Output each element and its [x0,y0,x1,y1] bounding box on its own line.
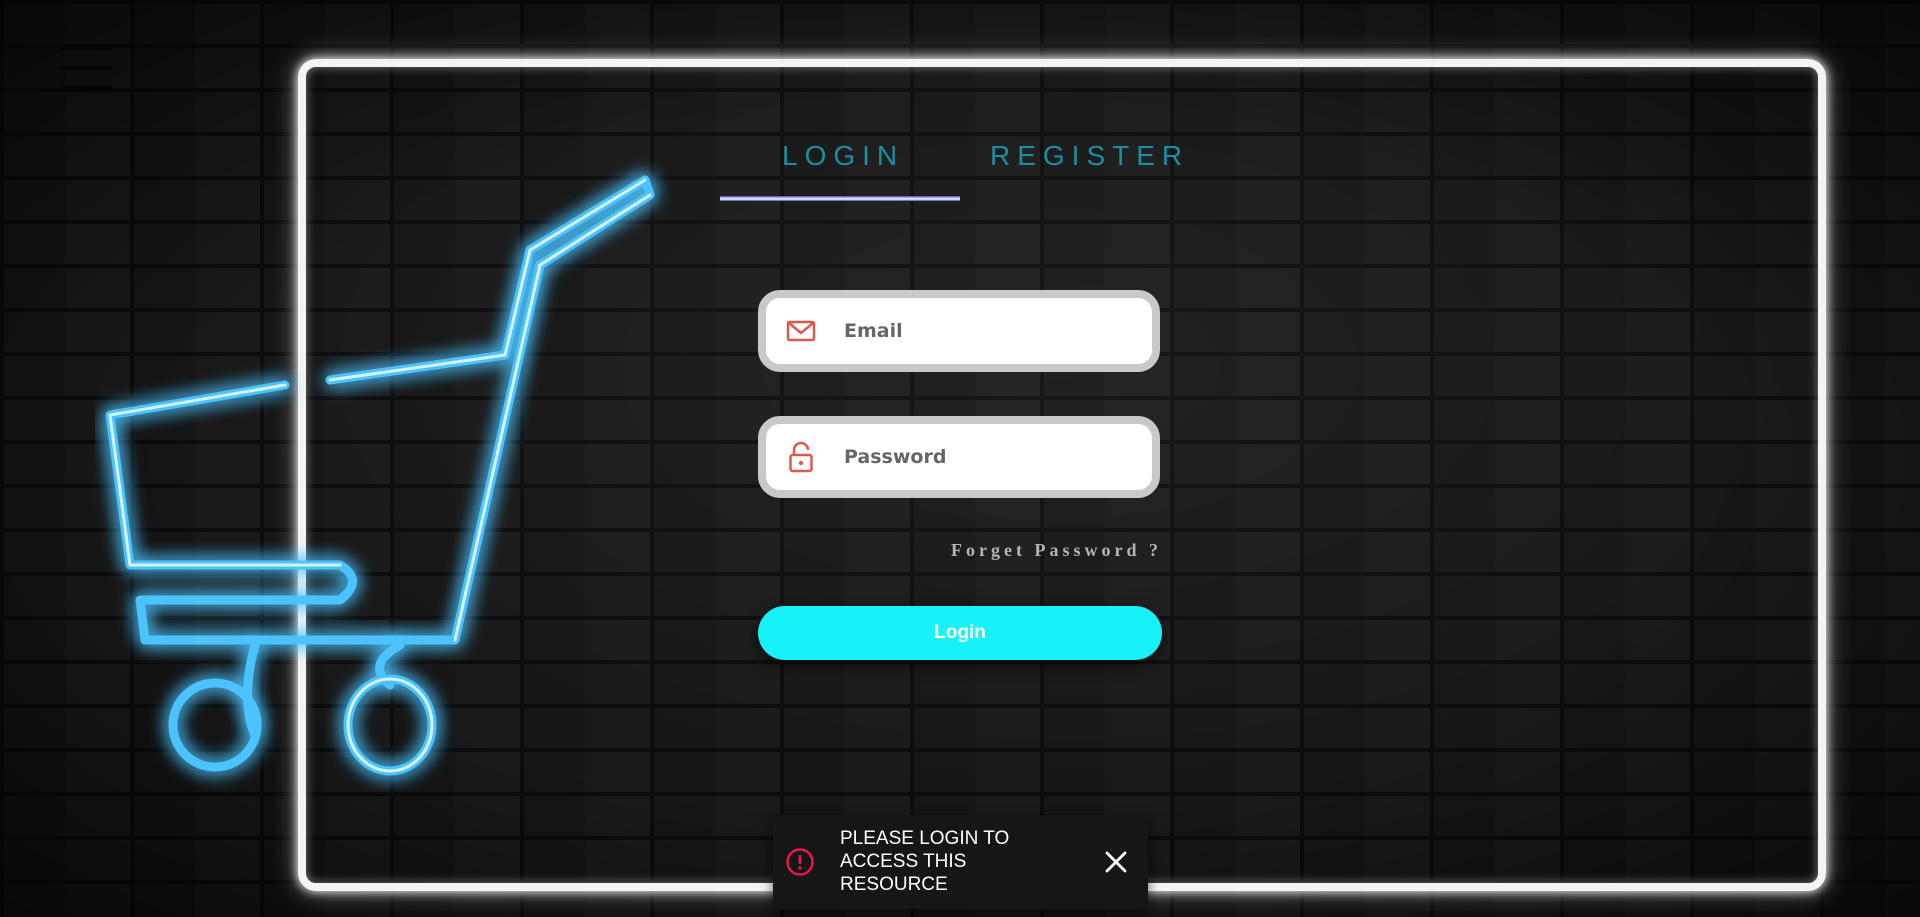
hamburger-menu-icon[interactable] [58,44,114,96]
active-tab-indicator [720,196,960,201]
password-field [758,416,1160,498]
password-input[interactable] [842,445,1136,469]
email-field [758,290,1160,372]
email-input[interactable] [842,319,1136,343]
forgot-password-link[interactable]: Forget Password ? [940,540,1162,561]
toast-notification: PLEASE LOGIN TO ACCESS THIS RESOURCE [773,815,1148,909]
alert-circle-icon [786,848,814,876]
login-button[interactable]: Login [758,606,1162,660]
tab-register[interactable]: REGISTER [990,140,1189,172]
close-icon[interactable] [1099,845,1133,879]
mail-icon [784,314,818,348]
tab-login[interactable]: LOGIN [782,140,904,172]
lock-icon [784,440,818,474]
shopping-cart-neon-icon [105,175,655,776]
toast-message: PLEASE LOGIN TO ACCESS THIS RESOURCE [840,828,1010,895]
login-page: LOGIN REGISTER Forget Password ? Login [0,0,1920,917]
auth-tabs: LOGIN REGISTER [720,132,1182,210]
